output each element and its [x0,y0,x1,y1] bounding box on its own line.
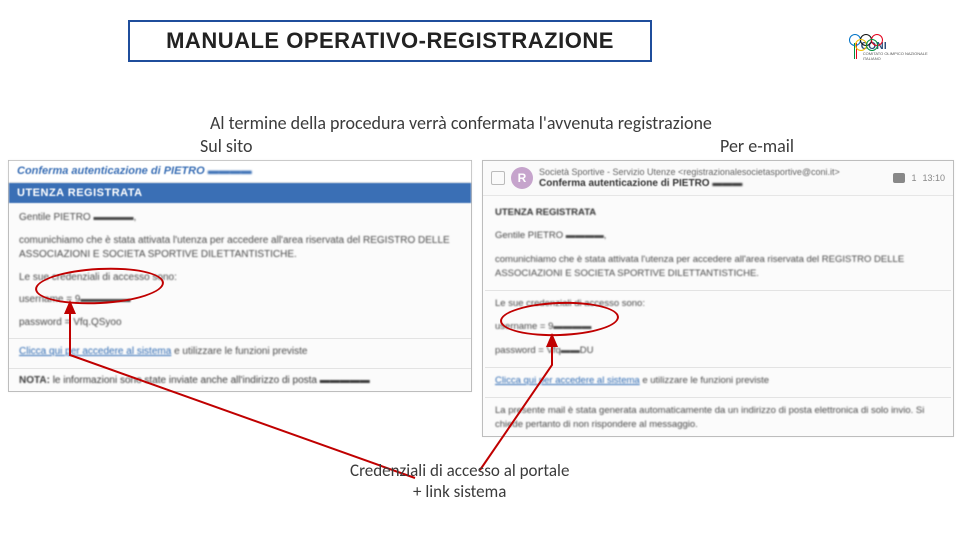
email-time: 13:10 [922,173,945,183]
email-access-link[interactable]: Clicca qui per accedere al sistema [495,375,640,386]
email-greeting: Gentile PIETRO ▬▬▬▬, [495,229,941,243]
site-nota: NOTA: le informazioni sono state inviate… [19,375,461,386]
site-access-link-row: Clicca qui per accedere al sistema e uti… [19,345,461,360]
olympic-rings-icon [849,34,878,50]
column-label-site: Sul sito [200,135,252,157]
recipients-icon [893,173,905,183]
page-title: MANUALE OPERATIVO-REGISTRAZIONE [166,30,614,52]
recipients-count: 1 [911,173,916,183]
annotation-caption: Credenziali di accesso al portale + link… [350,460,569,502]
email-section-heading: UTENZA REGISTRATA [495,206,941,220]
site-title: Conferma autenticazione di PIETRO ▬▬▬▬ [17,165,252,177]
checkbox-icon [491,171,505,185]
email-footer-note: La presente mail è stata generata automa… [495,404,941,433]
title-box: MANUALE OPERATIVO-REGISTRAZIONE [128,20,652,62]
site-greeting: Gentile PIETRO ▬▬▬▬, [19,211,461,226]
email-cred-pass: password = Vfq▬▬DU [495,344,941,358]
coni-sub: COMITATO OLIMPICO NAZIONALE ITALIANO [863,52,934,61]
site-cred-pass: password = Vfq.QSyoo [19,316,461,331]
email-access-link-row: Clicca qui per accedere al sistema e uti… [495,374,941,388]
site-section-heading: UTENZA REGISTRATA [9,183,471,203]
email-subject: Conferma autenticazione di PIETRO ▬▬▬ [539,178,840,189]
column-label-email: Per e-mail [720,135,794,157]
email-sender: Società Sportive - Servizio Utenze <regi… [539,167,840,177]
email-confirmation-panel: R Società Sportive - Servizio Utenze <re… [482,160,954,437]
email-body: comunichiamo che è stata attivata l'uten… [495,253,941,282]
sender-avatar: R [511,167,533,189]
intro-text: Al termine della procedura verrà conferm… [210,112,712,134]
coni-logo: CONI COMITATO OLIMPICO NAZIONALE ITALIAN… [849,18,934,66]
site-access-link[interactable]: Clicca qui per accedere al sistema [19,346,171,357]
site-body: comunichiamo che è stata attivata l'uten… [19,234,461,263]
